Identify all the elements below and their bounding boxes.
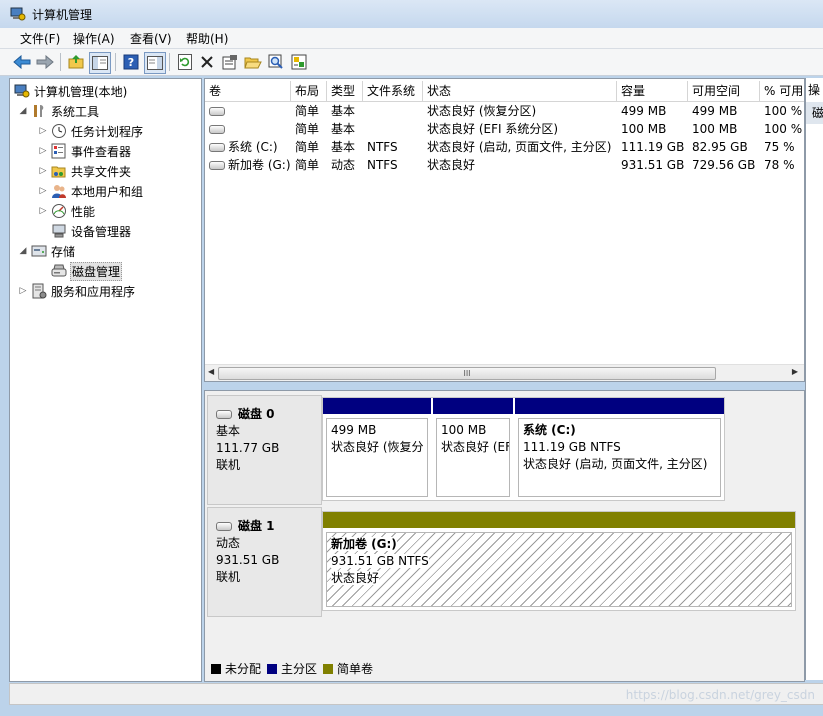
search-icon[interactable]	[266, 52, 286, 72]
partition-new-volume-g[interactable]: 新加卷 (G:) 931.51 GB NTFS 状态良好	[322, 511, 796, 611]
column-header-volume[interactable]: 卷	[205, 81, 291, 101]
expand-arrow-icon[interactable]: ▷	[38, 126, 48, 136]
disk-1-partitions: 新加卷 (G:) 931.51 GB NTFS 状态良好	[322, 509, 796, 613]
users-groups-icon	[51, 183, 67, 199]
disk-management-icon	[51, 263, 67, 279]
tree-item-task-scheduler[interactable]: ▷ 任务计划程序	[38, 122, 144, 140]
shared-folders-icon	[51, 163, 67, 179]
collapse-arrow-icon[interactable]: ◢	[18, 246, 28, 256]
performance-icon	[51, 203, 67, 219]
disk-0-label[interactable]: 磁盘 0 基本 111.77 GB 联机	[207, 395, 322, 505]
expand-arrow-icon[interactable]: ▷	[38, 166, 48, 176]
legend-simple-volume: 简单卷	[323, 660, 373, 677]
table-row[interactable]: 新加卷 (G:) 简单 动态 NTFS 状态良好 931.51 GB 729.5…	[205, 156, 804, 174]
storage-icon	[31, 243, 47, 259]
volume-disk-icon	[209, 107, 225, 116]
menu-action[interactable]: 操作(A)	[73, 30, 115, 47]
computer-management-icon	[10, 7, 26, 21]
partition-type-bar	[323, 398, 431, 414]
table-row[interactable]: 系统 (C:) 简单 基本 NTFS 状态良好 (启动, 页面文件, 主分区) …	[205, 138, 804, 156]
disk-graphical-view: 磁盘 0 基本 111.77 GB 联机 499 MB 状态良好 (恢复分 10…	[204, 390, 805, 682]
scrollbar-thumb[interactable]: III	[218, 367, 716, 380]
tree-item-storage[interactable]: ◢ 存储	[18, 242, 76, 260]
forward-icon[interactable]	[35, 52, 55, 72]
tree-item-disk-management[interactable]: 磁盘管理	[38, 261, 123, 281]
partition-efi[interactable]: 100 MB 状态良好 (EF	[433, 398, 513, 500]
disk-1-label[interactable]: 磁盘 1 动态 931.51 GB 联机	[207, 507, 322, 617]
volume-disk-icon	[209, 161, 225, 170]
scroll-left-arrow-icon[interactable]: ◀	[208, 367, 214, 376]
event-viewer-icon	[51, 143, 67, 159]
tree-item-shared-folders[interactable]: ▷ 共享文件夹	[38, 162, 132, 180]
action-pane: 操 磁	[805, 78, 823, 680]
column-header-capacity[interactable]: 容量	[617, 81, 688, 101]
expand-arrow-icon[interactable]: ▷	[18, 286, 28, 296]
task-scheduler-icon	[51, 123, 67, 139]
back-icon[interactable]	[12, 52, 32, 72]
show-hide-action-pane-icon[interactable]	[144, 52, 166, 74]
expand-arrow-icon[interactable]: ▷	[38, 146, 48, 156]
settings-icon[interactable]	[289, 52, 309, 72]
expand-arrow-icon[interactable]: ▷	[38, 206, 48, 216]
open-icon[interactable]	[243, 52, 263, 72]
navigation-tree: 计算机管理(本地) ◢ 系统工具 ▷ 任务计划程序 ▷ 事件查看器 ▷ 共享文件…	[9, 78, 202, 682]
column-header-free-space[interactable]: 可用空间	[688, 81, 760, 101]
volume-list: 卷 布局 类型 文件系统 状态 容量 可用空间 % 可用 简单 基本 状态良好 …	[204, 78, 805, 382]
partition-recovery[interactable]: 499 MB 状态良好 (恢复分	[323, 398, 431, 500]
show-hide-tree-icon[interactable]	[89, 52, 111, 74]
tree-item-system-tools[interactable]: ◢ 系统工具	[18, 102, 100, 120]
table-row[interactable]: 简单 基本 状态良好 (恢复分区) 499 MB 499 MB 100 %	[205, 102, 804, 120]
column-header-status[interactable]: 状态	[423, 81, 617, 101]
menu-view[interactable]: 查看(V)	[130, 30, 172, 47]
partition-type-bar	[515, 398, 724, 414]
legend-unallocated: 未分配	[211, 660, 261, 677]
volume-disk-icon	[209, 125, 225, 134]
legend-primary-partition: 主分区	[267, 660, 317, 677]
watermark: https://blog.csdn.net/grey_csdn	[625, 688, 815, 702]
tree-item-event-viewer[interactable]: ▷ 事件查看器	[38, 142, 132, 160]
up-folder-icon[interactable]	[66, 52, 86, 72]
collapse-arrow-icon[interactable]: ◢	[18, 106, 28, 116]
menu-file[interactable]: 文件(F)	[20, 30, 60, 47]
delete-icon[interactable]	[197, 52, 217, 72]
window-title: 计算机管理	[32, 8, 93, 22]
tree-item-local-users-groups[interactable]: ▷ 本地用户和组	[38, 182, 144, 200]
action-pane-header: 操	[808, 83, 821, 97]
tree-item-device-manager[interactable]: 设备管理器	[38, 222, 132, 240]
help-icon[interactable]: ?	[121, 52, 141, 72]
action-item-disk-management[interactable]: 磁	[806, 102, 823, 124]
partition-type-bar	[433, 398, 513, 414]
horizontal-scrollbar[interactable]: ◀ III ▶	[205, 364, 804, 381]
volume-list-header: 卷 布局 类型 文件系统 状态 容量 可用空间 % 可用	[205, 81, 804, 102]
title-bar: 计算机管理	[0, 0, 823, 28]
device-manager-icon	[51, 223, 67, 239]
partition-system-c[interactable]: 系统 (C:) 111.19 GB NTFS 状态良好 (启动, 页面文件, 主…	[515, 398, 724, 500]
table-row[interactable]: 简单 基本 状态良好 (EFI 系统分区) 100 MB 100 MB 100 …	[205, 120, 804, 138]
legend: 未分配 主分区 简单卷	[211, 660, 379, 677]
properties-icon[interactable]	[220, 52, 240, 72]
tree-item-performance[interactable]: ▷ 性能	[38, 202, 96, 220]
system-tools-icon	[31, 103, 47, 119]
toolbar: ?	[0, 49, 823, 76]
scroll-right-arrow-icon[interactable]: ▶	[792, 367, 798, 376]
menu-help[interactable]: 帮助(H)	[186, 30, 228, 47]
disk-0-partitions: 499 MB 状态良好 (恢复分 100 MB 状态良好 (EF 系统 (C:)…	[322, 397, 725, 501]
disk-icon	[216, 522, 232, 531]
services-apps-icon	[31, 283, 47, 299]
computer-management-icon	[14, 83, 30, 99]
column-header-percent-free[interactable]: % 可用	[760, 81, 804, 101]
tree-item-services-applications[interactable]: ▷ 服务和应用程序	[18, 282, 136, 300]
svg-text:?: ?	[128, 56, 134, 69]
volume-disk-icon	[209, 143, 225, 152]
expand-arrow-icon[interactable]: ▷	[38, 186, 48, 196]
tree-item-computer-management[interactable]: 计算机管理(本地)	[14, 82, 128, 100]
menu-bar: 文件(F) 操作(A) 查看(V) 帮助(H)	[0, 28, 823, 49]
partition-type-bar	[323, 512, 795, 528]
column-header-filesystem[interactable]: 文件系统	[363, 81, 423, 101]
column-header-layout[interactable]: 布局	[291, 81, 327, 101]
column-header-type[interactable]: 类型	[327, 81, 363, 101]
disk-icon	[216, 410, 232, 419]
refresh-icon[interactable]	[175, 52, 195, 72]
